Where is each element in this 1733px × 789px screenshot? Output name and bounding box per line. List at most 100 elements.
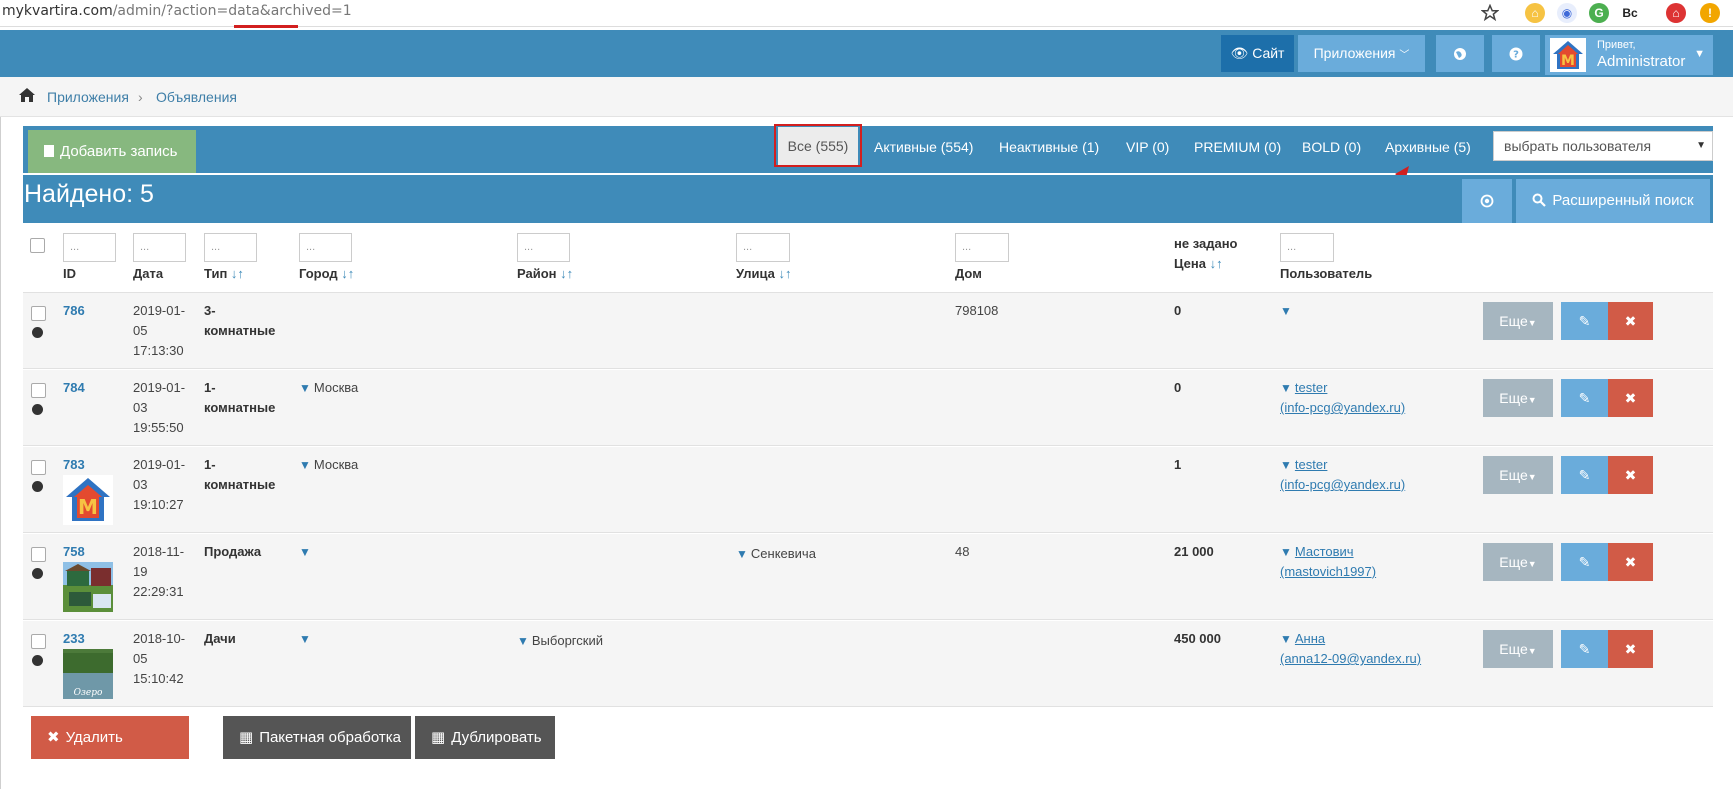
url-text[interactable]: mykvartira.com/admin/?action=data&archiv… <box>2 3 352 19</box>
row-user-link[interactable]: tester <box>1295 457 1328 472</box>
tab-archived[interactable]: Архивные (5) <box>1385 137 1471 157</box>
row-delete-button[interactable]: ✖ <box>1608 543 1653 581</box>
listing-thumbnail-lake[interactable]: Озеро <box>63 649 113 699</box>
extension-metrics-icon[interactable]: ◉ <box>1557 3 1577 23</box>
row-edit-button[interactable]: ✎ <box>1561 456 1608 494</box>
row-more-button[interactable]: Еще▼ <box>1483 456 1553 494</box>
filter-funnel-icon[interactable]: ▼ <box>1280 632 1292 646</box>
row-id-link[interactable]: 758 <box>63 542 85 562</box>
row-user[interactable]: ▼ Мастович (mastovich1997) <box>1280 542 1376 582</box>
help-button[interactable]: ? <box>1492 35 1540 72</box>
batch-processing-button[interactable]: ▦ Пакетная обработка <box>223 716 411 759</box>
row-edit-button[interactable]: ✎ <box>1561 543 1608 581</box>
filter-funnel-icon[interactable]: ▼ <box>736 547 748 561</box>
row-edit-button[interactable]: ✎ <box>1561 630 1608 668</box>
row-id-link[interactable]: 783 <box>63 455 85 475</box>
breadcrumb-item-apps[interactable]: Приложения <box>47 89 129 105</box>
delete-selected-button[interactable]: ✖ Удалить отмеченные <box>31 716 189 789</box>
column-price[interactable]: Цена ↓↑ <box>1174 256 1223 271</box>
filter-type-input[interactable]: ... <box>204 233 257 262</box>
extension-warning-icon[interactable]: ! <box>1700 3 1720 23</box>
row-city[interactable]: ▼ <box>299 542 314 562</box>
select-all-checkbox[interactable] <box>30 238 45 253</box>
row-user-email-link[interactable]: (info-pcg@yandex.ru) <box>1280 398 1405 418</box>
filter-funnel-icon[interactable]: ▼ <box>299 458 311 472</box>
row-district[interactable]: ▼ Выборгский <box>517 631 603 651</box>
duplicate-button[interactable]: ▦ Дублировать <box>415 716 555 759</box>
row-id-link[interactable]: 786 <box>63 301 85 321</box>
tab-active[interactable]: Активные (554) <box>874 137 973 157</box>
tab-premium[interactable]: PREMIUM (0) <box>1194 137 1281 157</box>
tab-vip[interactable]: VIP (0) <box>1126 137 1169 157</box>
row-user-email-link[interactable]: (info-pcg@yandex.ru) <box>1280 475 1405 495</box>
home-icon[interactable] <box>18 87 36 103</box>
row-edit-button[interactable]: ✎ <box>1561 302 1608 340</box>
user-select-dropdown[interactable]: выбрать пользователя ▼ <box>1493 131 1713 161</box>
column-city[interactable]: Город ↓↑ <box>299 266 354 281</box>
row-more-button[interactable]: Еще▼ <box>1483 379 1553 417</box>
tab-inactive[interactable]: Неактивные (1) <box>999 137 1099 157</box>
add-record-button[interactable]: Добавить запись <box>28 130 196 173</box>
filter-id-input[interactable]: ... <box>63 233 116 262</box>
row-user[interactable]: ▼ Анна (anna12-09@yandex.ru) <box>1280 629 1421 669</box>
apps-dropdown-button[interactable]: Приложения ﹀ <box>1298 35 1425 72</box>
column-street[interactable]: Улица ↓↑ <box>736 266 792 281</box>
row-city[interactable]: ▼ <box>299 629 314 649</box>
row-id-link[interactable]: 233 <box>63 629 85 649</box>
site-button[interactable]: 👁 Сайт <box>1221 35 1294 72</box>
extension-green-icon[interactable]: G <box>1589 3 1609 23</box>
row-user-email-link[interactable]: (mastovich1997) <box>1280 562 1376 582</box>
filter-date-input[interactable]: ... <box>133 233 186 262</box>
row-user-link[interactable]: Анна <box>1295 631 1325 646</box>
filter-city-input[interactable]: ... <box>299 233 352 262</box>
row-user-link[interactable]: tester <box>1295 380 1328 395</box>
row-checkbox[interactable] <box>31 306 46 321</box>
globe-button[interactable] <box>1436 35 1484 72</box>
row-more-button[interactable]: Еще▼ <box>1483 302 1553 340</box>
row-more-button[interactable]: Еще▼ <box>1483 630 1553 668</box>
listing-thumbnail-houses[interactable] <box>63 562 113 612</box>
row-id-link[interactable]: 784 <box>63 378 85 398</box>
row-delete-button[interactable]: ✖ <box>1608 630 1653 668</box>
filter-funnel-icon[interactable]: ▼ <box>299 381 311 395</box>
row-city[interactable]: ▼ Москва <box>299 378 358 398</box>
filter-funnel-icon[interactable]: ▼ <box>1280 458 1292 472</box>
filter-funnel-icon[interactable]: ▼ <box>517 634 529 648</box>
filter-user-input[interactable]: ... <box>1280 233 1334 262</box>
row-delete-button[interactable]: ✖ <box>1608 456 1653 494</box>
column-type[interactable]: Тип ↓↑ <box>204 266 244 281</box>
row-user[interactable]: ▼ <box>1280 301 1295 321</box>
row-checkbox[interactable] <box>31 460 46 475</box>
row-user-link[interactable]: Мастович <box>1295 544 1354 559</box>
row-checkbox[interactable] <box>31 547 46 562</box>
filter-funnel-icon[interactable]: ▼ <box>1280 545 1292 559</box>
advanced-search-button[interactable]: Расширенный поиск <box>1516 179 1710 223</box>
extension-logo-icon[interactable]: ⌂ <box>1666 3 1686 23</box>
extension-bc-icon[interactable]: Bc <box>1620 3 1640 23</box>
browser-url-bar[interactable]: mykvartira.com/admin/?action=data&archiv… <box>0 0 1733 28</box>
filter-funnel-icon[interactable]: ▼ <box>1280 381 1292 395</box>
row-checkbox[interactable] <box>31 383 46 398</box>
row-street[interactable]: ▼ Сенкевича <box>736 544 816 564</box>
filter-funnel-icon[interactable]: ▼ <box>1280 304 1292 318</box>
row-checkbox[interactable] <box>31 634 46 649</box>
row-user-email-link[interactable]: (anna12-09@yandex.ru) <box>1280 649 1421 669</box>
toggle-view-button[interactable] <box>1462 179 1512 223</box>
filter-street-input[interactable]: ... <box>736 233 790 262</box>
listing-thumbnail-logo[interactable]: M <box>63 475 113 525</box>
row-user[interactable]: ▼ tester (info-pcg@yandex.ru) <box>1280 455 1405 495</box>
row-user[interactable]: ▼ tester (info-pcg@yandex.ru) <box>1280 378 1405 418</box>
filter-funnel-icon[interactable]: ▼ <box>299 545 311 559</box>
tab-bold[interactable]: BOLD (0) <box>1302 137 1361 157</box>
row-more-button[interactable]: Еще▼ <box>1483 543 1553 581</box>
row-city[interactable]: ▼ Москва <box>299 455 358 475</box>
extension-home-icon[interactable]: ⌂ <box>1525 3 1545 23</box>
filter-funnel-icon[interactable]: ▼ <box>299 632 311 646</box>
column-district[interactable]: Район ↓↑ <box>517 266 573 281</box>
bookmark-star-icon[interactable] <box>1481 4 1499 22</box>
filter-district-input[interactable]: ... <box>517 233 570 262</box>
filter-house-input[interactable]: ... <box>955 233 1009 262</box>
row-delete-button[interactable]: ✖ <box>1608 379 1653 417</box>
user-menu[interactable]: M Привет, Administrator ▼ <box>1545 35 1713 75</box>
row-edit-button[interactable]: ✎ <box>1561 379 1608 417</box>
